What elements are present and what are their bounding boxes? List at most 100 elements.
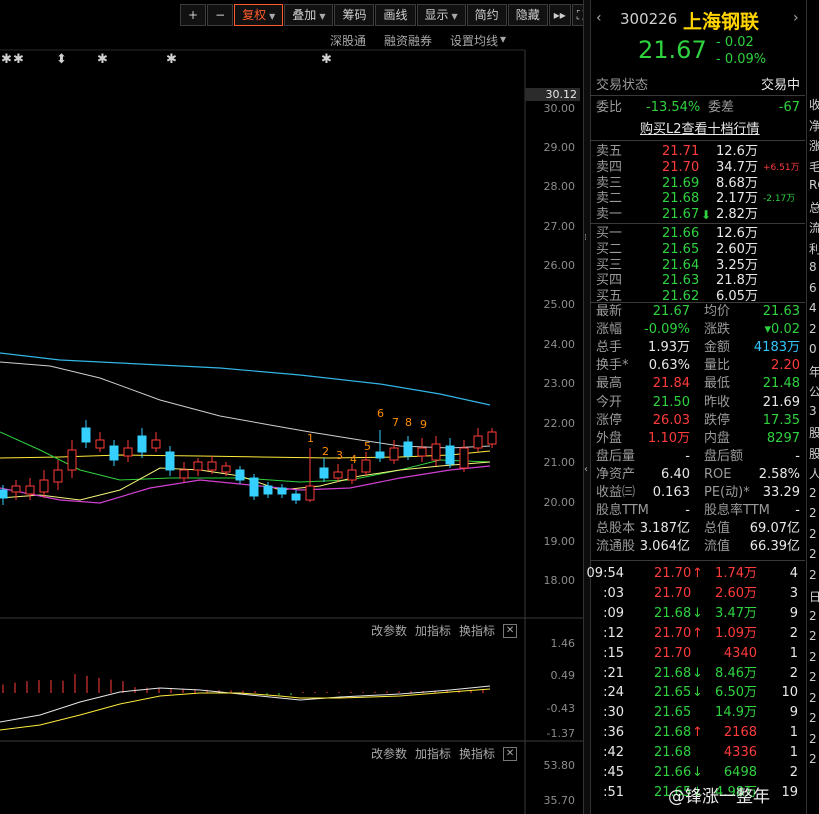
collapse-arrow-icon[interactable]: ‹ xyxy=(584,464,588,475)
candlestick-chart[interactable]: ✱ ✱ ⬍ ✱ ✱ ✱30.0029.0028.0027.0026.0025.0024.0… xyxy=(0,0,583,814)
event-star-icon[interactable]: ⬍ xyxy=(56,52,67,67)
candle-body xyxy=(235,469,245,481)
side-strip-char: 6 xyxy=(809,280,817,295)
stat-value: 8297 xyxy=(766,430,800,446)
tick-price: 21.70 xyxy=(654,585,692,601)
candle-body xyxy=(487,431,497,445)
close-icon[interactable]: ✕ xyxy=(503,746,518,761)
buy-row-1: 买一 21.66 12.6万 xyxy=(594,226,802,242)
side-strip-char: RO xyxy=(809,178,819,192)
candle-body xyxy=(109,445,119,461)
candle-body xyxy=(305,485,315,501)
stat-value: 3.187亿 xyxy=(639,521,690,537)
tick-arrow-icon: ↓ xyxy=(692,665,703,681)
tick-arrow-icon: ↓ xyxy=(692,765,703,780)
stat-label: 跌停 xyxy=(704,412,731,428)
tick-volume: 1.74万 xyxy=(715,566,757,581)
tick-count: 4 xyxy=(789,566,798,581)
edit-params-button[interactable]: 改参数 xyxy=(371,745,407,762)
ma-line-cyan xyxy=(0,352,491,406)
stat-row: 外盘 1.10万 内盘 8297 xyxy=(594,430,802,448)
tick-price: 21.66 xyxy=(654,765,692,780)
chevron-left-icon[interactable]: ‹ xyxy=(596,10,602,26)
add-indicator-button[interactable]: 加指标 xyxy=(415,745,451,762)
buy-l2-link[interactable]: 购买L2查看十档行情 xyxy=(594,121,802,139)
stat-row: 收益㈢ 0.163 PE(动)* 33.29 xyxy=(594,484,802,502)
volume-axis-label: 53.80 xyxy=(544,759,576,772)
stat-label: 内盘 xyxy=(704,430,731,446)
stat-label: 盘后额 xyxy=(704,448,744,464)
kline-chart-area[interactable]: + − 复权 ▼ 叠加 ▼ 筹码 画线 显示 ▼ 简约 隐藏 ▸▸ ⛶ 深股通 融资融券 设置均线 ▾ ✱ ✱ ⬍ ✱… xyxy=(0,0,591,814)
level-price: 21.68 xyxy=(662,191,700,207)
level-price: 21.65 xyxy=(662,241,700,257)
candle-body xyxy=(11,485,21,493)
stat-row: 换手* 0.63% 量比 2.20 xyxy=(594,357,802,375)
tick-time: :15 xyxy=(603,645,624,661)
tick-count: 9 xyxy=(789,605,798,621)
tick-count: 2 xyxy=(789,665,798,681)
level-price: 21.66 xyxy=(662,226,700,241)
level-change: -2.17万 xyxy=(763,194,796,205)
candle-body xyxy=(179,469,189,479)
event-star-icon[interactable]: ✱ xyxy=(13,52,24,67)
tick-price: 21.65 xyxy=(654,685,692,701)
macd-axis-label: 1.46 xyxy=(551,637,576,650)
level-label: 买一 xyxy=(596,226,623,241)
price-axis-label: 30.00 xyxy=(544,102,576,115)
tick-row: :03 21.70 2.60万 3 xyxy=(594,585,802,603)
candle-body xyxy=(151,439,161,449)
candle-body xyxy=(361,459,371,473)
event-star-icon[interactable]: ✱ xyxy=(166,52,177,67)
stat-value: 21.67 xyxy=(652,304,690,319)
level-volume: 12.6万 xyxy=(716,144,758,159)
stat-label: 最低 xyxy=(704,376,731,392)
stat-value: 3.064亿 xyxy=(639,539,690,555)
candle-body xyxy=(53,469,63,483)
side-strip-char: 股 xyxy=(809,445,819,462)
side-strip-char: 年 xyxy=(809,363,819,380)
add-indicator-button[interactable]: 加指标 xyxy=(415,622,451,639)
stat-label: 总手 xyxy=(596,340,623,356)
stat-label: 均价 xyxy=(704,304,731,319)
side-strip-char: 利 xyxy=(809,240,819,257)
chevron-right-icon[interactable]: › xyxy=(793,10,799,26)
side-strip-char: 8 xyxy=(809,260,817,274)
stat-label: 最高 xyxy=(596,376,623,392)
switch-indicator-button[interactable]: 换指标 xyxy=(459,745,495,762)
stat-row: 总股本 3.187亿 总值 69.07亿 xyxy=(594,520,802,538)
current-price: 21.67 xyxy=(638,36,707,64)
tick-row: :15 21.70 4340 1 xyxy=(594,645,802,663)
stat-row: 今开 21.50 昨收 21.69 xyxy=(594,394,802,412)
tick-count: 2 xyxy=(789,765,798,780)
stat-label: 总值 xyxy=(704,521,731,537)
side-strip-char: 2 xyxy=(809,629,817,643)
switch-indicator-button[interactable]: 换指标 xyxy=(459,622,495,639)
edit-params-button[interactable]: 改参数 xyxy=(371,622,407,639)
stat-label: 涨停 xyxy=(596,412,623,428)
tick-time: :03 xyxy=(603,585,624,601)
level-label: 买二 xyxy=(596,241,623,257)
tick-time: :42 xyxy=(603,745,624,761)
event-star-icon[interactable]: ✱ xyxy=(321,52,332,67)
stat-label: 今开 xyxy=(596,394,623,410)
candle-body xyxy=(207,461,217,471)
candle-body xyxy=(417,447,427,457)
tick-arrow-icon: ↑ xyxy=(692,625,703,641)
stat-row: 净资产 6.40 ROE 2.58% xyxy=(594,466,802,484)
tick-count: 9 xyxy=(789,705,798,721)
event-star-icon[interactable]: ✱ xyxy=(1,52,12,67)
stat-value: 69.07亿 xyxy=(749,521,800,537)
volume-panel-bar: 改参数 加指标 换指标 ✕ xyxy=(371,745,518,762)
tick-count: 10 xyxy=(781,685,798,701)
event-star-icon[interactable]: ✱ xyxy=(97,52,108,67)
close-icon[interactable]: ✕ xyxy=(503,623,518,638)
level-label: 买四 xyxy=(596,273,623,289)
side-strip-char: 2 xyxy=(809,752,817,766)
level-volume: 2.17万 xyxy=(716,191,758,207)
stat-label: 外盘 xyxy=(596,430,623,446)
tick-count: 3 xyxy=(789,585,798,601)
stat-value: - xyxy=(795,503,800,519)
level-volume: 12.6万 xyxy=(716,226,758,241)
stat-value: 21.63 xyxy=(762,304,800,319)
tick-volume: 4340 xyxy=(723,645,757,661)
